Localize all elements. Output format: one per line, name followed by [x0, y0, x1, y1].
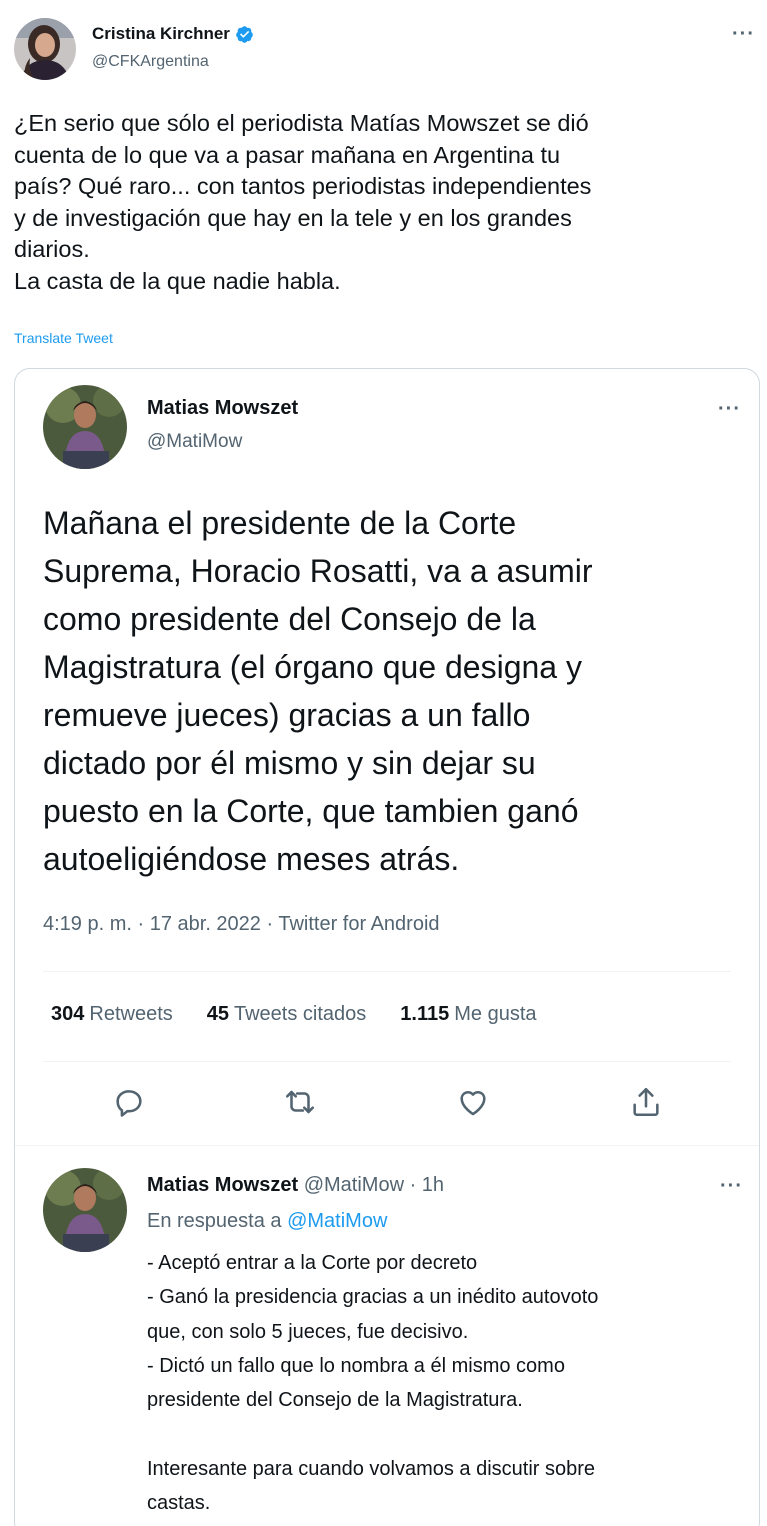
replying-to: En respuesta a @MatiMow	[147, 1210, 387, 1233]
reply-icon[interactable]	[112, 1085, 146, 1119]
author-handle[interactable]: @CFKArgentina	[92, 53, 209, 71]
divider	[43, 1061, 731, 1062]
action-bar	[15, 1085, 759, 1125]
avatar[interactable]	[43, 385, 127, 469]
outer-tweet-header: Cristina Kirchner @CFKArgentina ···	[0, 0, 767, 90]
replying-mention-link[interactable]: @MatiMow	[287, 1210, 387, 1232]
tweet-stats: 304 Retweets 45 Tweets citados 1.115 Me gus…	[51, 1003, 537, 1026]
author-name[interactable]: Cristina Kirchner	[92, 24, 254, 44]
likes-label: Me gusta	[454, 1003, 537, 1025]
likes-count: 1.115	[400, 1003, 450, 1025]
retweets-label: Retweets	[89, 1003, 173, 1025]
reply-tweet-text: - Aceptó entrar a la Corte por decreto -…	[147, 1252, 599, 1515]
quoted-tweet-text: Mañana el presidente de la Corte Suprema…	[43, 505, 593, 877]
retweets-stat[interactable]: 304 Retweets	[51, 1003, 173, 1026]
reply-author-name[interactable]: Matias Mowszet	[147, 1174, 298, 1196]
translate-tweet-link[interactable]: Translate Tweet	[14, 330, 113, 346]
share-icon[interactable]	[629, 1085, 663, 1119]
reply-author-handle-time[interactable]: @MatiMow · 1h	[304, 1174, 444, 1196]
more-options-icon[interactable]: ···	[720, 1176, 743, 1196]
reply-tweet[interactable]: Matias Mowszet @MatiMow · 1h ··· En resp…	[15, 1145, 759, 1526]
tweet-text: ¿En serio que sólo el periodista Matías …	[14, 110, 592, 294]
quotes-count: 45	[206, 1003, 229, 1025]
author-name-text[interactable]: Cristina Kirchner	[92, 24, 230, 44]
avatar[interactable]	[43, 1168, 127, 1252]
quotes-label: Tweets citados	[234, 1003, 367, 1025]
quotes-stat[interactable]: 45 Tweets citados	[207, 1003, 367, 1026]
quoted-tweet-card[interactable]: Matias Mowszet @MatiMow ··· Mañana el pr…	[14, 368, 760, 1526]
verified-badge-icon	[235, 25, 254, 44]
more-options-icon[interactable]: ···	[718, 399, 741, 419]
quoted-author-handle[interactable]: @MatiMow	[147, 431, 242, 453]
retweet-icon[interactable]	[283, 1085, 317, 1119]
divider	[43, 971, 731, 972]
like-icon[interactable]	[456, 1085, 490, 1119]
tweet-timestamp[interactable]: 4:19 p. m. · 17 abr. 2022 · Twitter for …	[43, 913, 440, 936]
quoted-author-name[interactable]: Matias Mowszet	[147, 397, 298, 420]
likes-stat[interactable]: 1.115 Me gusta	[400, 1003, 536, 1026]
replying-prefix: En respuesta a	[147, 1210, 282, 1232]
more-options-icon[interactable]: ···	[732, 24, 755, 44]
reply-header: Matias Mowszet @MatiMow · 1h	[147, 1174, 444, 1197]
avatar[interactable]	[14, 18, 76, 80]
retweets-count: 304	[51, 1003, 85, 1025]
